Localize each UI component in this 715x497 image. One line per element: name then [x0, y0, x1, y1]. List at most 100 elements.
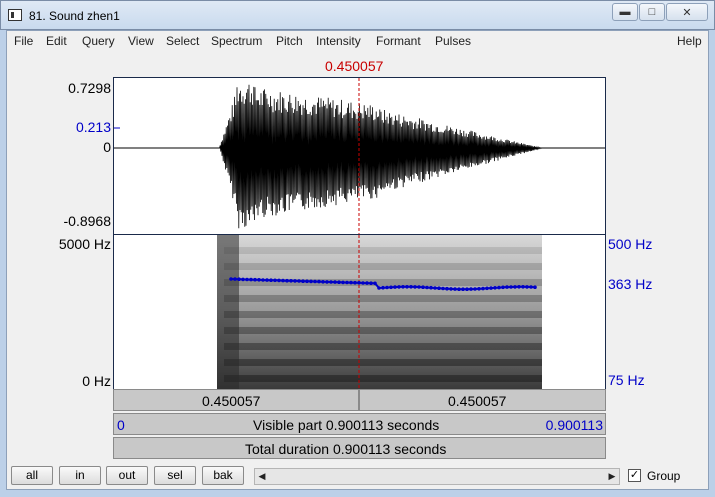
window-icon — [8, 9, 22, 21]
zoom-selection-button[interactable]: sel — [154, 466, 196, 485]
menu-help[interactable]: Help — [677, 34, 702, 48]
scroll-left-icon[interactable]: ◀ — [255, 469, 269, 484]
pitch-point — [245, 277, 249, 282]
pitch-point — [289, 279, 293, 283]
zoom-in-button[interactable]: in — [59, 466, 101, 485]
pitch-point — [465, 287, 469, 291]
harmonic-band — [224, 375, 542, 382]
pitch-point — [449, 287, 453, 291]
total-duration-label: Total duration 0.900113 seconds — [245, 441, 447, 457]
pitch-point — [337, 280, 341, 284]
pitch-point — [321, 280, 325, 284]
pitch-point — [229, 277, 233, 281]
zoom-out-button[interactable]: out — [106, 466, 148, 485]
maximize-button[interactable]: □ — [639, 3, 665, 21]
left-part-bar[interactable]: 0.450057 — [113, 389, 359, 411]
waveform-trace — [114, 84, 605, 229]
pitch-point — [445, 286, 449, 291]
pitch-point — [317, 279, 321, 284]
pitch-point — [529, 285, 533, 289]
menu-select[interactable]: Select — [166, 34, 199, 48]
horizontal-scrollbar[interactable]: ◀ ▶ — [254, 468, 620, 485]
pitch-point — [473, 287, 477, 291]
pitch-point — [441, 286, 445, 291]
menu-query[interactable]: Query — [82, 34, 115, 48]
scroll-right-icon[interactable]: ▶ — [605, 469, 619, 484]
menu-bar: File Edit Query View Select Spectrum Pit… — [7, 31, 708, 51]
pitch-point — [341, 280, 345, 285]
pitch-point — [333, 280, 337, 284]
left-part-label: 0.450057 — [202, 393, 261, 409]
visible-part-label: Visible part 0.900113 seconds — [253, 417, 440, 433]
pitch-point — [349, 280, 353, 285]
title-bar: 81. Sound zhen1 ▬ □ ✕ — [0, 0, 715, 30]
pitch-point — [461, 287, 465, 291]
menu-edit[interactable]: Edit — [46, 34, 67, 48]
pitch-point — [345, 280, 349, 285]
pitch-point — [285, 278, 289, 283]
spectrogram-top-label: 5000 Hz — [58, 236, 111, 252]
pitch-point — [393, 285, 397, 289]
pitch-point — [281, 278, 285, 283]
pitch-point — [309, 279, 313, 284]
pitch-point — [513, 285, 517, 289]
pitch-point — [485, 286, 489, 291]
waveform-panel[interactable] — [113, 77, 606, 235]
pitch-point — [489, 286, 493, 290]
menu-file[interactable]: File — [14, 34, 33, 48]
pitch-point — [313, 279, 317, 284]
menu-spectrum[interactable]: Spectrum — [211, 34, 262, 48]
pitch-point — [301, 279, 305, 283]
menu-view[interactable]: View — [128, 34, 154, 48]
zoom-back-button[interactable]: bak — [202, 466, 244, 485]
pitch-point — [469, 287, 473, 291]
pitch-point — [533, 285, 537, 289]
right-part-bar[interactable]: 0.450057 — [359, 389, 606, 411]
spectrogram-plot — [217, 235, 542, 389]
pitch-point — [329, 280, 333, 284]
spectrogram-bottom-label: 0 Hz — [82, 373, 111, 389]
pitch-point — [297, 279, 301, 283]
menu-formant[interactable]: Formant — [376, 34, 421, 48]
pitch-point — [477, 287, 481, 291]
menu-intensity[interactable]: Intensity — [316, 34, 361, 48]
editor-window: File Edit Query View Select Spectrum Pit… — [6, 30, 709, 490]
pitch-point — [353, 280, 357, 285]
pitch-point — [401, 285, 405, 289]
pitch-point — [437, 286, 441, 290]
pitch-point — [417, 285, 421, 289]
pitch-point — [249, 277, 253, 282]
pitch-point — [501, 285, 505, 290]
menu-pitch[interactable]: Pitch — [276, 34, 303, 48]
menu-pulses[interactable]: Pulses — [435, 34, 471, 48]
pitch-point — [421, 285, 425, 289]
close-button[interactable]: ✕ — [666, 3, 708, 21]
pitch-point — [277, 278, 281, 283]
pitch-point — [409, 285, 413, 289]
waveform-plot — [114, 78, 605, 234]
harmonic-band — [224, 327, 542, 334]
total-duration-bar[interactable]: Total duration 0.900113 seconds — [113, 437, 606, 459]
spectrogram-bands — [224, 247, 542, 382]
pitch-point — [365, 281, 369, 285]
pitch-point — [369, 281, 373, 285]
pitch-point — [497, 285, 501, 290]
pitch-point — [509, 285, 513, 289]
visible-start-label: 0 — [117, 417, 125, 433]
zoom-all-button[interactable]: all — [11, 466, 53, 485]
visible-part-bar[interactable]: 0 Visible part 0.900113 seconds 0.900113 — [113, 413, 606, 435]
pitch-point — [325, 280, 329, 284]
minimize-button[interactable]: ▬ — [612, 3, 638, 21]
pitch-point — [493, 286, 497, 290]
pitch-value-label: 363 Hz — [608, 276, 653, 292]
onset-burst — [217, 235, 239, 389]
pitch-point — [397, 285, 401, 289]
window-controls: ▬ □ ✕ — [612, 3, 708, 21]
group-checkbox[interactable]: ✓ — [628, 469, 641, 482]
spectrogram-panel[interactable] — [113, 235, 606, 389]
pitch-point — [305, 279, 309, 284]
pitch-point — [357, 281, 361, 285]
pitch-point — [361, 281, 365, 285]
pitch-point — [373, 281, 377, 286]
pitch-point — [265, 278, 269, 282]
